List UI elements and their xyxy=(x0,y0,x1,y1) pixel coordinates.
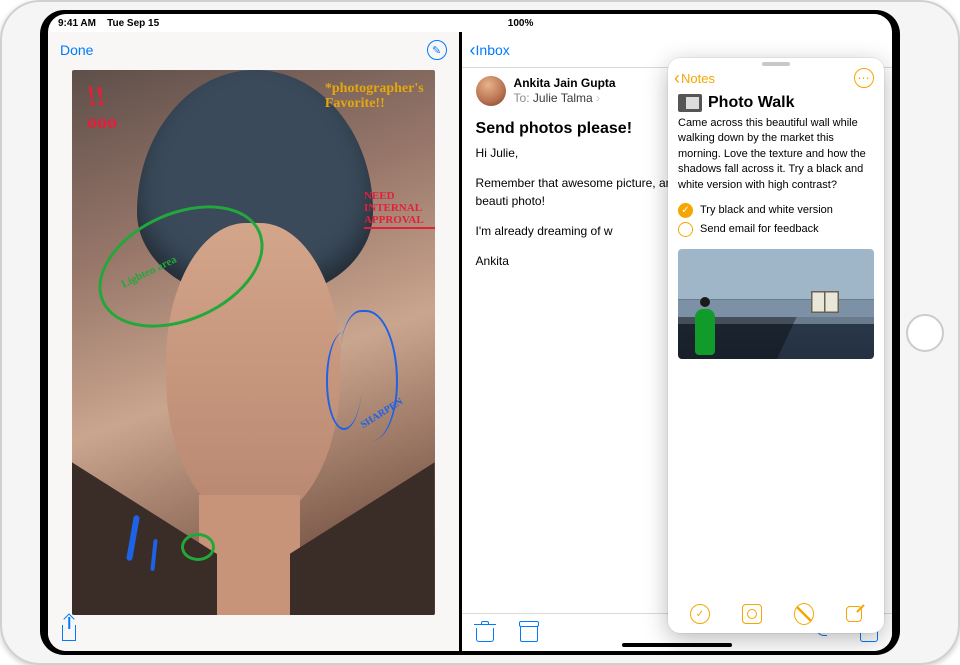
note-title: Photo Walk xyxy=(708,94,795,112)
notes-back-button[interactable]: ‹ Notes xyxy=(674,69,715,87)
status-bar: 9:41 AM Tue Sep 15 100% xyxy=(48,14,892,32)
markup-icon[interactable] xyxy=(794,604,814,624)
notes-slideover[interactable]: ‹ Notes ⋯ Photo Walk Came across this be… xyxy=(668,58,884,633)
more-icon[interactable]: ⋯ xyxy=(854,68,874,88)
trash-icon[interactable] xyxy=(476,628,494,642)
checklist-label: Send email for feedback xyxy=(700,223,819,235)
avatar[interactable] xyxy=(476,76,506,106)
photo-canvas[interactable]: !! ooo *photographer's Favorite!! NEED I… xyxy=(72,70,435,615)
share-icon[interactable] xyxy=(62,625,76,641)
note-thumbnail-icon xyxy=(678,94,702,112)
annotation-exclamations: !! ooo xyxy=(87,86,117,131)
mail-app-pane: ‹ Inbox Ankita Jain Gupta To: Julie Talm… xyxy=(462,32,892,651)
checklist-item[interactable]: ✓ Try black and white version xyxy=(678,203,874,218)
markup-icon[interactable]: ✎ xyxy=(427,40,447,60)
checklist-label: Try black and white version xyxy=(700,204,833,216)
mail-to[interactable]: Julie Talma xyxy=(533,91,593,105)
split-view: Done ✎ !! ooo *photogra xyxy=(48,32,892,651)
ipad-frame: 9:41 AM Tue Sep 15 100% Done ✎ xyxy=(0,0,960,665)
annotation-approval: NEED INTERNAL APPROVAL xyxy=(364,190,424,226)
home-indicator[interactable] xyxy=(622,643,732,647)
battery-percent: 100% xyxy=(508,18,534,29)
screen: 9:41 AM Tue Sep 15 100% Done ✎ xyxy=(48,14,892,651)
done-button[interactable]: Done xyxy=(60,42,93,58)
checkbox-checked-icon[interactable]: ✓ xyxy=(678,203,693,218)
camera-icon[interactable] xyxy=(742,604,762,624)
new-note-icon[interactable] xyxy=(846,606,862,622)
annotation-favorite: *photographer's Favorite!! xyxy=(325,81,424,112)
checklist-icon[interactable]: ✓ xyxy=(690,604,710,624)
checklist-item[interactable]: Send email for feedback xyxy=(678,222,874,237)
mail-back-button[interactable]: Inbox xyxy=(476,42,510,58)
note-attached-photo[interactable] xyxy=(678,249,874,359)
checkbox-unchecked-icon[interactable] xyxy=(678,222,693,237)
notes-back-label: Notes xyxy=(681,71,715,86)
status-time: 9:41 AM xyxy=(58,18,96,29)
chevron-right-icon[interactable]: › xyxy=(596,91,600,105)
archive-icon[interactable] xyxy=(520,624,538,642)
status-date: Tue Sep 15 xyxy=(107,18,159,29)
chevron-left-icon: ‹ xyxy=(674,69,680,87)
annotation-green-circle xyxy=(181,533,215,561)
annotation-sharpen-stroke-2 xyxy=(326,332,362,430)
mail-to-label: To: xyxy=(514,91,530,105)
markup-app-pane: Done ✎ !! ooo *photogra xyxy=(48,32,462,651)
home-button[interactable] xyxy=(906,314,944,352)
note-body[interactable]: Came across this beautiful wall while wa… xyxy=(668,116,884,199)
status-time-date: 9:41 AM Tue Sep 15 xyxy=(58,18,159,29)
mail-from[interactable]: Ankita Jain Gupta xyxy=(514,76,616,91)
